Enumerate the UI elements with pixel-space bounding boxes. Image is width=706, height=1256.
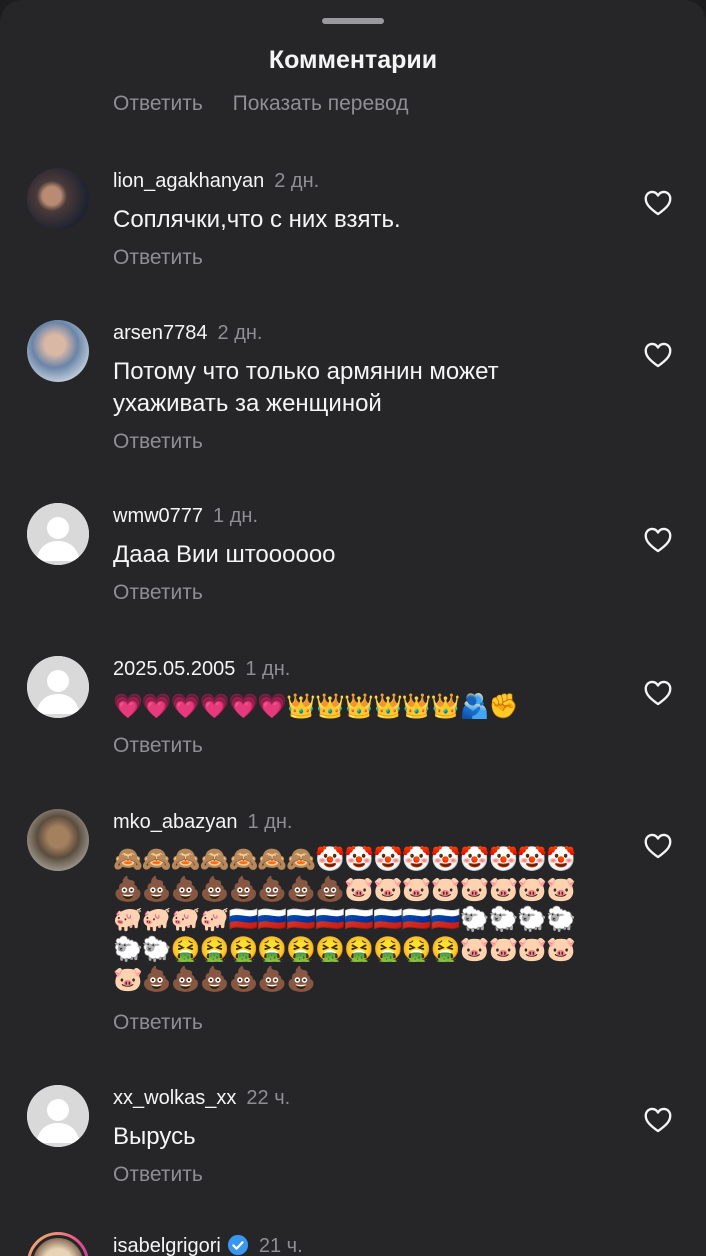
heart-outline-icon[interactable] <box>644 342 672 368</box>
default-avatar-icon[interactable] <box>27 656 89 718</box>
comment-meta: 2025.05.2005 1 дн. <box>113 658 290 681</box>
comment-text: Соплячки,что с них взять. <box>113 206 401 233</box>
sheet-title: Комментарии <box>268 46 438 74</box>
show-translation-button[interactable]: Показать перевод <box>233 92 409 115</box>
comment-username[interactable]: wmw0777 <box>113 505 203 527</box>
heart-outline-icon[interactable] <box>644 680 672 706</box>
comment-time: 22 ч. <box>246 1087 291 1109</box>
comment-text: 🙈🙈🙈🙈🙈🙈🙈🤡🤡🤡🤡🤡🤡🤡🤡🤡💩💩💩💩💩💩💩💩🐷🐷🐷🐷🐷🐷🐷🐷🐖🐖🐖🐖🇷🇺🇷🇺… <box>113 846 576 993</box>
comment-username[interactable]: arsen7784 <box>113 322 208 344</box>
comment-meta: wmw0777 1 дн. <box>113 505 258 528</box>
avatar[interactable] <box>27 1232 89 1256</box>
comments-sheet: Комментарии Ответить Показать перевод li… <box>0 0 706 1256</box>
comment-username[interactable]: mko_abazyan <box>113 811 238 833</box>
reply-button[interactable]: Ответить <box>113 430 203 454</box>
comment-meta: lion_agakhanyan 2 дн. <box>113 170 319 193</box>
default-avatar-icon[interactable] <box>27 503 89 565</box>
drag-handle[interactable] <box>322 18 384 24</box>
comment-time: 2 дн. <box>217 322 263 344</box>
comment-meta: xx_wolkas_xx 22 ч. <box>113 1087 290 1110</box>
comment-meta: arsen7784 2 дн. <box>113 322 262 345</box>
comment-time: 1 дн. <box>245 658 291 680</box>
reply-button[interactable]: Ответить <box>113 1011 203 1035</box>
comment-meta: isabelgrigori 21 ч. <box>113 1234 303 1256</box>
reply-button[interactable]: Ответить <box>113 734 203 758</box>
comment-username[interactable]: lion_agakhanyan <box>113 170 264 192</box>
heart-outline-icon[interactable] <box>644 190 672 216</box>
reply-button[interactable]: Ответить <box>113 581 203 605</box>
comment-text: Дааа Вии штоооооо <box>113 541 336 568</box>
comment-text: Потому что только армянин может ухаживат… <box>113 358 499 417</box>
reply-button[interactable]: Ответить <box>113 246 203 270</box>
default-avatar-icon[interactable] <box>27 1085 89 1147</box>
previous-comment-actions: Ответить Показать перевод <box>113 92 433 116</box>
comment-username[interactable]: isabelgrigori <box>113 1235 221 1256</box>
comment-time: 2 дн. <box>274 170 320 192</box>
comment-text: 💗💗💗💗💗💗👑👑👑👑👑👑🫂✊ <box>113 693 518 720</box>
comment-time: 1 дн. <box>247 811 293 833</box>
reply-button[interactable]: Ответить <box>113 1163 203 1187</box>
heart-outline-icon[interactable] <box>644 527 672 553</box>
reply-button[interactable]: Ответить <box>113 92 203 115</box>
heart-outline-icon[interactable] <box>644 1107 672 1133</box>
comment-text: Вырусь <box>113 1123 196 1150</box>
avatar[interactable] <box>27 168 89 230</box>
comment-username[interactable]: 2025.05.2005 <box>113 658 235 680</box>
comment-time: 21 ч. <box>258 1235 303 1256</box>
heart-outline-icon[interactable] <box>644 833 672 859</box>
comment-time: 1 дн. <box>213 505 258 527</box>
verified-badge-icon <box>227 1234 248 1256</box>
comment-meta: mko_abazyan 1 дн. <box>113 811 292 834</box>
comment-username[interactable]: xx_wolkas_xx <box>113 1087 236 1109</box>
avatar[interactable] <box>27 809 89 871</box>
avatar[interactable] <box>27 320 89 382</box>
